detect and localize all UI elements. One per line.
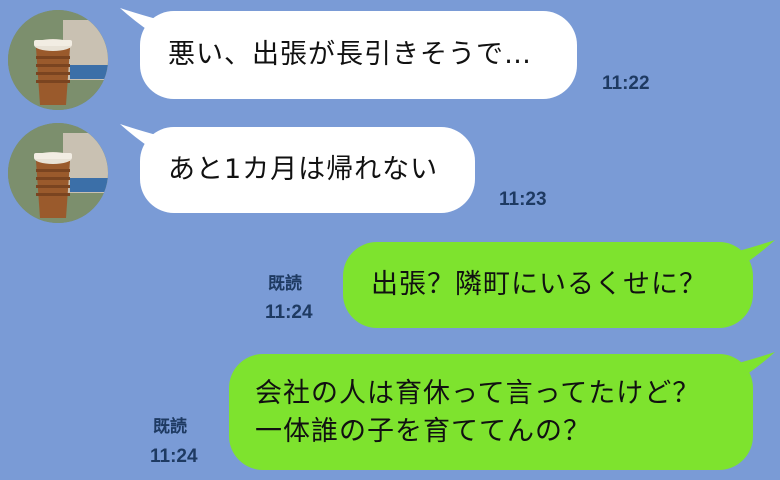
message-bubble-outgoing[interactable]: 会社の人は育休って言ってたけど？ 一体誰の子を育ててんの？ [229,354,753,470]
timestamp: 11:24 [150,446,198,467]
coffee-cup-icon [8,123,108,223]
avatar[interactable] [8,123,108,223]
message-text-line: 一体誰の子を育ててんの？ [255,416,591,447]
read-receipt: 既読 [268,274,302,294]
message-bubble-outgoing[interactable]: 出張？隣町にいるくせに？ [343,242,753,328]
bubble-tail [735,352,775,382]
bubble-tail [120,124,160,154]
message-text: あと1カ月は帰れない [168,154,439,185]
bubble-tail [120,8,160,38]
message-text-line: 会社の人は育休って言ってたけど？ [255,378,701,409]
message-bubble-incoming[interactable]: 悪い、出張が長引きそうで… [140,11,577,99]
message-text: 出張？隣町にいるくせに？ [371,269,707,300]
avatar[interactable] [8,10,108,110]
timestamp: 11:22 [602,73,650,94]
read-receipt: 既読 [153,417,187,437]
message-text: 悪い、出張が長引きそうで… [168,39,532,70]
timestamp: 11:23 [499,189,547,210]
coffee-cup-icon [8,10,108,110]
timestamp: 11:24 [265,302,313,323]
bubble-tail [735,240,775,270]
message-bubble-incoming[interactable]: あと1カ月は帰れない [140,127,475,213]
